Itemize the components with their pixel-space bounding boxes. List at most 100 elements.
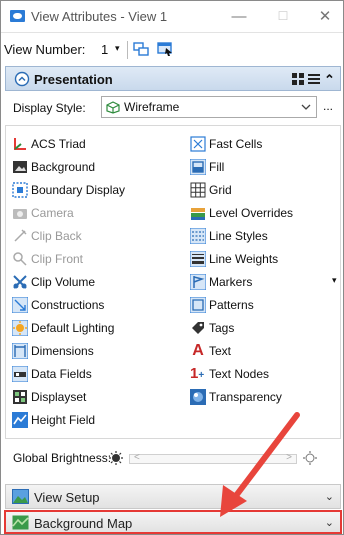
attr-camera[interactable]: Camera <box>12 202 74 224</box>
clip-front-icon <box>13 252 27 266</box>
copy-view-icon[interactable] <box>133 42 149 56</box>
attr-text-nodes[interactable]: 1+ Text Nodes <box>190 363 269 385</box>
tags-icon <box>192 322 204 334</box>
transparency-icon <box>190 389 206 405</box>
background-map-icon <box>12 515 29 530</box>
constructions-icon <box>12 297 28 313</box>
attr-tags[interactable]: Tags <box>190 317 234 339</box>
attr-clip-front[interactable]: Clip Front <box>12 248 83 270</box>
attr-transparency[interactable]: Transparency <box>190 386 282 408</box>
slider-left-arrow[interactable]: < <box>134 452 140 463</box>
display-style-more-button[interactable]: ... <box>323 99 333 113</box>
attributes-list: ACS Triad Background Boundary Display Ca… <box>5 125 341 439</box>
attr-background[interactable]: Background <box>12 156 95 178</box>
attr-boundary-display[interactable]: Boundary Display <box>12 179 125 201</box>
attr-label: Height Field <box>31 413 96 427</box>
apply-view-icon[interactable] <box>157 42 173 56</box>
attr-fill[interactable]: Fill <box>190 156 224 178</box>
attr-label: Clip Front <box>31 252 84 266</box>
attr-line-styles[interactable]: Line Styles <box>190 225 268 247</box>
attr-label: Transparency <box>209 390 282 404</box>
attr-label: Grid <box>209 183 232 197</box>
attr-label: Camera <box>31 206 74 220</box>
markers-dropdown-icon[interactable]: ▾ <box>332 275 337 286</box>
expand-chevron-icon[interactable]: ⌄ <box>325 516 334 529</box>
attr-displayset[interactable]: Displayset <box>12 386 86 408</box>
attr-height-field[interactable]: Height Field <box>12 409 95 431</box>
toolbar-separator <box>127 41 128 59</box>
view-number-dropdown[interactable]: ▾ <box>115 43 120 54</box>
markers-icon <box>190 274 206 290</box>
attr-clip-back[interactable]: Clip Back <box>12 225 82 247</box>
attr-label: Displayset <box>31 390 87 404</box>
text-icon: A <box>192 342 204 359</box>
attr-text[interactable]: A Text <box>190 340 231 362</box>
close-button[interactable]: ✕ <box>313 5 337 27</box>
collapse-circle-icon <box>14 71 30 87</box>
view-number-label: View Number: <box>4 42 86 57</box>
background-icon <box>13 161 27 173</box>
displayset-icon <box>13 390 27 404</box>
dark-sun-icon <box>109 451 123 465</box>
collapse-chevron-icon[interactable]: ⌃ <box>324 72 335 88</box>
display-style-row: Display Style: Wireframe ... <box>5 93 341 121</box>
view-attributes-window: View Attributes - View 1 — ☐ ✕ View Numb… <box>0 0 344 535</box>
global-brightness-label: Global Brightness: <box>13 451 112 465</box>
attr-label: Clip Back <box>31 229 82 243</box>
line-styles-icon <box>190 228 206 244</box>
app-icon <box>10 10 25 22</box>
attr-default-lighting[interactable]: Default Lighting <box>12 317 114 339</box>
attr-grid[interactable]: Grid <box>190 179 232 201</box>
fill-icon <box>190 159 206 175</box>
attr-line-weights[interactable]: Line Weights <box>190 248 278 270</box>
attr-label: Level Overrides <box>209 206 294 220</box>
brightness-slider[interactable]: < > <box>129 452 297 464</box>
data-fields-icon <box>12 366 28 382</box>
view-setup-title: View Setup <box>34 490 100 505</box>
expand-chevron-icon[interactable]: ⌄ <box>325 490 334 503</box>
attr-label: Constructions <box>31 298 105 312</box>
attr-label: Line Styles <box>209 229 268 243</box>
attr-clip-volume[interactable]: Clip Volume <box>12 271 95 293</box>
attr-patterns[interactable]: Patterns <box>190 294 254 316</box>
display-style-label: Display Style: <box>13 101 86 115</box>
global-brightness-row: Global Brightness: < > <box>5 446 341 470</box>
acs-triad-icon <box>14 138 26 150</box>
icon-view-icon[interactable] <box>292 73 304 85</box>
attr-label: Line Weights <box>209 252 279 266</box>
attr-acs-triad[interactable]: ACS Triad <box>12 133 86 155</box>
attr-label: Text <box>209 344 232 358</box>
clip-back-icon <box>14 229 27 242</box>
attr-data-fields[interactable]: Data Fields <box>12 363 92 385</box>
grid-icon <box>190 182 206 198</box>
attr-fast-cells[interactable]: Fast Cells <box>190 133 262 155</box>
view-setup-header[interactable]: View Setup ⌄ <box>5 484 341 509</box>
attr-label: Markers <box>209 275 253 289</box>
attr-label: Fast Cells <box>209 137 263 151</box>
height-field-icon <box>12 412 28 428</box>
presentation-title: Presentation <box>34 72 113 87</box>
attr-label: Fill <box>209 160 225 174</box>
attr-constructions[interactable]: Constructions <box>12 294 104 316</box>
text-nodes-icon: 1+ <box>190 365 205 382</box>
attr-dimensions[interactable]: Dimensions <box>12 340 94 362</box>
wireframe-icon <box>106 101 120 114</box>
attr-markers[interactable]: Markers ▾ <box>190 271 337 293</box>
slider-right-arrow[interactable]: > <box>286 452 292 463</box>
presentation-header[interactable]: Presentation ⌃ <box>5 66 341 91</box>
line-weights-icon <box>190 251 206 267</box>
background-map-title: Background Map <box>34 516 133 531</box>
maximize-button[interactable]: ☐ <box>271 5 295 27</box>
camera-icon <box>13 209 27 219</box>
attr-label: Clip Volume <box>31 275 96 289</box>
view-number-value[interactable]: 1 <box>101 42 108 57</box>
attr-label: Dimensions <box>31 344 94 358</box>
background-map-header[interactable]: Background Map ⌄ <box>4 510 342 534</box>
attr-level-overrides[interactable]: Level Overrides <box>190 202 293 224</box>
display-style-select[interactable]: Wireframe <box>101 96 317 118</box>
list-view-icon[interactable] <box>308 73 320 85</box>
minimize-button[interactable]: — <box>227 5 251 27</box>
attr-label: Text Nodes <box>209 367 270 381</box>
patterns-icon <box>190 297 206 313</box>
window-title: View Attributes - View 1 <box>31 9 168 24</box>
